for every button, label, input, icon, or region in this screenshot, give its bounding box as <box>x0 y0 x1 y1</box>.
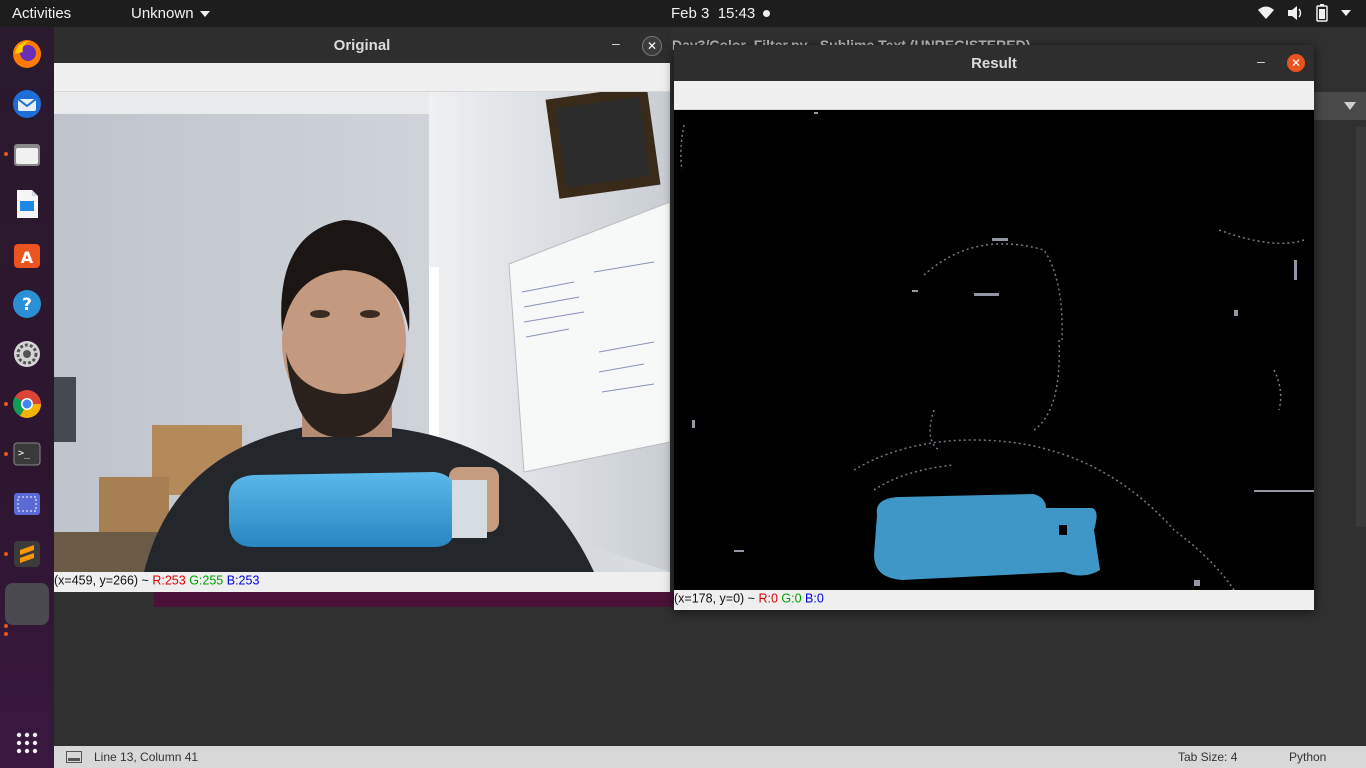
app-window-icon[interactable] <box>5 583 49 625</box>
chevron-down-icon <box>1344 102 1356 110</box>
pixel-g: G:0 <box>781 591 802 606</box>
writer-icon[interactable] <box>11 188 43 220</box>
top-bar: Activities Unknown Feb 3 15:43 <box>0 0 1366 27</box>
webcam-image[interactable] <box>54 92 670 572</box>
running-indicator <box>4 624 8 628</box>
pixel-b: B:253 <box>226 573 260 588</box>
chevron-down-icon <box>199 11 210 18</box>
svg-text:?: ? <box>22 295 32 315</box>
chrome-icon[interactable] <box>11 388 43 420</box>
editor-highlight <box>154 592 674 607</box>
close-button[interactable]: ✕ <box>1287 54 1305 72</box>
clock-time: 15:43 <box>717 5 756 22</box>
dock: A ? >_ <box>0 27 54 768</box>
original-title: Original <box>333 37 391 54</box>
scrollbar[interactable] <box>1356 127 1366 527</box>
battery-icon[interactable] <box>1316 4 1328 22</box>
original-status-bar: (x=459, y=266) ~ R:253 G:255 B:253 <box>54 573 670 591</box>
volume-icon[interactable] <box>1286 5 1304 21</box>
running-indicator <box>4 552 8 556</box>
app-menu-label: Unknown <box>131 5 194 22</box>
result-titlebar[interactable]: Result – ✕ <box>674 45 1314 81</box>
pixel-coords: (x=178, y=0) ~ <box>674 591 755 606</box>
firefox-icon[interactable] <box>11 38 43 70</box>
sublime-icon[interactable] <box>11 538 43 570</box>
original-toolbar <box>54 63 670 92</box>
power-menu-icon[interactable] <box>1340 8 1352 18</box>
running-indicator <box>4 452 8 456</box>
result-window: Result – ✕ (x=178, y=0) ~ R:0 G:0 B:0 <box>674 45 1314 610</box>
result-status-bar: (x=178, y=0) ~ R:0 G:0 B:0 <box>674 591 1314 609</box>
help-icon[interactable]: ? <box>11 288 43 320</box>
notification-dot <box>763 10 770 17</box>
app-menu[interactable]: Unknown <box>131 5 210 22</box>
software-icon[interactable]: A <box>11 238 43 270</box>
show-applications-icon[interactable] <box>11 727 43 759</box>
minimize-button[interactable]: – <box>612 35 620 51</box>
pixel-g: G:255 <box>189 573 224 588</box>
activities-button[interactable]: Activities <box>12 5 71 22</box>
svg-text:>_: >_ <box>18 448 31 459</box>
panel-toggle-icon[interactable] <box>66 751 82 763</box>
svg-text:A: A <box>21 248 34 267</box>
pixel-r: R:0 <box>758 591 778 606</box>
tab-overflow-menu[interactable] <box>1314 92 1366 120</box>
running-indicator <box>4 632 8 636</box>
pixel-r: R:253 <box>152 573 186 588</box>
terminal-icon[interactable]: >_ <box>11 438 43 470</box>
screenshot-icon[interactable] <box>11 488 43 520</box>
cursor-position[interactable]: Line 13, Column 41 <box>94 750 198 764</box>
running-indicator <box>4 402 8 406</box>
thunderbird-icon[interactable] <box>11 88 43 120</box>
settings-icon[interactable] <box>11 338 43 370</box>
result-toolbar <box>674 81 1314 110</box>
tab-size[interactable]: Tab Size: 4 <box>1178 750 1237 764</box>
minimize-button[interactable]: – <box>1257 53 1265 69</box>
original-window: Original – ✕ (x=459, y=266) ~ R:253 G:25… <box>54 27 670 592</box>
running-indicator <box>4 152 8 156</box>
result-title: Result <box>971 55 1017 72</box>
original-titlebar[interactable]: Original – ✕ <box>54 27 670 63</box>
sublime-status-bar: Line 13, Column 41 Tab Size: 4 Python <box>54 746 1366 768</box>
clock-date: Feb 3 <box>671 5 710 22</box>
pixel-coords: (x=459, y=266) ~ <box>54 573 149 588</box>
close-button[interactable]: ✕ <box>642 36 662 56</box>
clock[interactable]: Feb 3 15:43 <box>671 5 755 22</box>
syntax-selector[interactable]: Python <box>1289 750 1326 764</box>
files-icon[interactable] <box>11 138 43 170</box>
mask-result-image[interactable] <box>674 110 1314 590</box>
wifi-icon[interactable] <box>1257 5 1275 21</box>
pixel-b: B:0 <box>805 591 824 606</box>
